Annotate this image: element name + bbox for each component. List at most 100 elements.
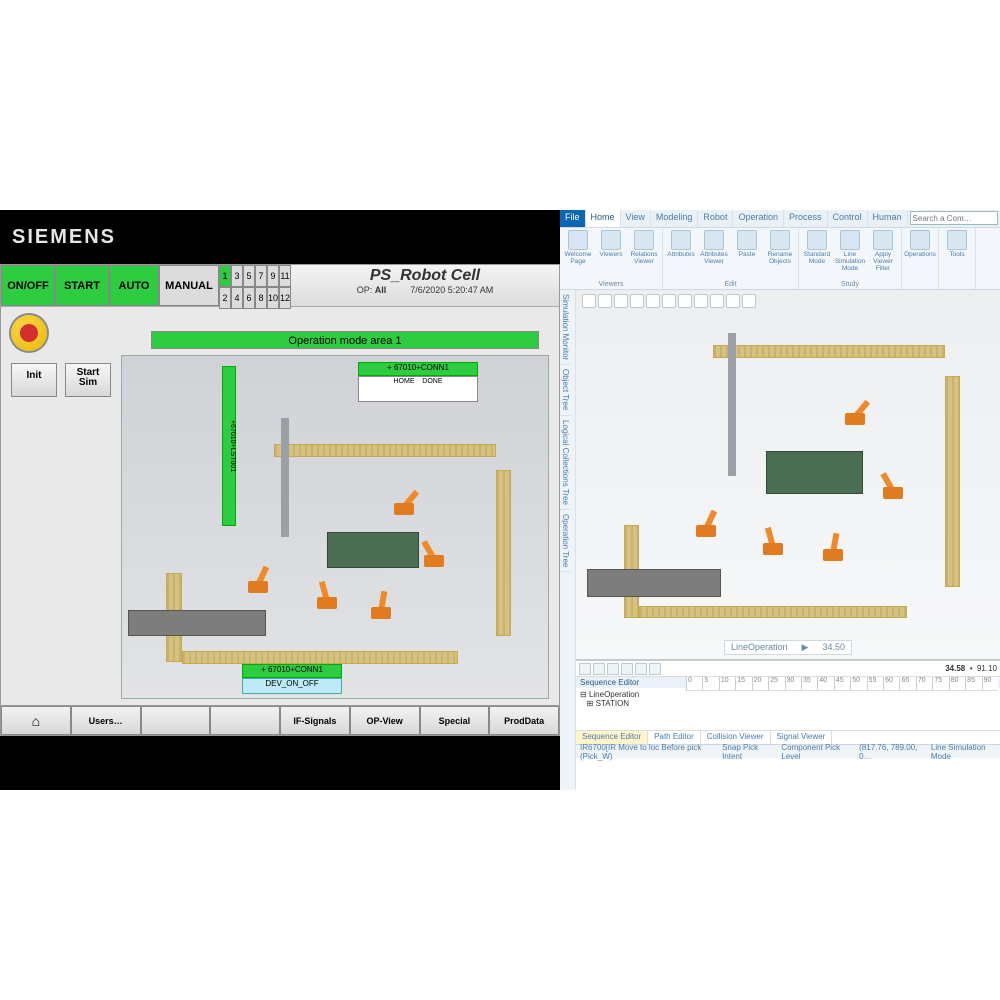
tab-file[interactable]: File (560, 210, 586, 227)
proddata-button[interactable]: ProdData (489, 706, 559, 735)
start-sim-button[interactable]: Start Sim (65, 363, 111, 397)
more-icon[interactable] (742, 294, 756, 308)
hmi-content: Operation mode area 1 Init Start Sim +67… (1, 307, 559, 705)
standard-mode-button[interactable]: Standard Mode (802, 230, 832, 277)
manual-button[interactable]: MANUAL (159, 265, 219, 306)
select-icon[interactable] (646, 294, 660, 308)
vtab-logical-tree[interactable]: Logical Collections Tree (560, 416, 571, 510)
viewport-scene (601, 327, 974, 637)
area-num-1[interactable]: 1 (219, 265, 231, 287)
seq-tool-3[interactable] (607, 663, 619, 675)
area-num-8[interactable]: 8 (255, 287, 267, 309)
tab-robot[interactable]: Robot (698, 210, 733, 227)
group-label-study: Study (799, 281, 901, 288)
3d-viewport[interactable]: LineOperation ▶ 34.50 (576, 290, 1000, 660)
hmi-panel: SIEMENS ON/OFF START AUTO MANUAL 1 3 5 7… (0, 210, 560, 790)
vtab-object-tree[interactable]: Object Tree (560, 365, 571, 415)
status-snap: Snap Pick Intent (722, 743, 771, 761)
tab-human[interactable]: Human (868, 210, 908, 227)
vtab-sim-monitor[interactable]: Simulation Monitor (560, 290, 571, 365)
seq-current-time: 34.58 (945, 664, 965, 673)
search-input[interactable] (910, 211, 998, 225)
seq-tree[interactable]: ⊟ LineOperation ⊞ STATION (576, 688, 1000, 710)
zoom-icon[interactable] (582, 294, 596, 308)
tools-icon (947, 230, 967, 250)
viewers-button[interactable]: Viewers (596, 230, 626, 277)
tools-button[interactable]: Tools (942, 230, 972, 277)
seq-tool-4[interactable] (621, 663, 633, 675)
overlay-home-done[interactable]: HOME DONE (358, 376, 478, 402)
tab-control[interactable]: Control (828, 210, 868, 227)
relations-icon (634, 230, 654, 250)
seq-tool-2[interactable] (593, 663, 605, 675)
measure-icon[interactable] (678, 294, 692, 308)
onoff-button[interactable]: ON/OFF (1, 265, 55, 306)
attributes-button[interactable]: Attributes (666, 230, 696, 277)
rename-objects-button[interactable]: Rename Objects (765, 230, 795, 277)
if-signals-button[interactable]: IF-Signals (280, 706, 350, 735)
sequence-editor: 34.58 • 91.10 05101520253035404550556065… (576, 660, 1000, 758)
area-num-11[interactable]: 11 (279, 265, 291, 287)
snap-icon[interactable] (710, 294, 724, 308)
vertical-sidebar: Simulation Monitor Object Tree Logical C… (560, 290, 576, 790)
op-view-button[interactable]: OP-View (350, 706, 420, 735)
area-num-3[interactable]: 3 (231, 265, 243, 287)
start-button[interactable]: START (55, 265, 109, 306)
area-num-4[interactable]: 4 (231, 287, 243, 309)
tab-modeling[interactable]: Modeling (651, 210, 699, 227)
overlay-dev-onoff[interactable]: DEV_ON_OFF (242, 678, 342, 694)
bottom-btn-4[interactable] (210, 706, 280, 735)
tab-view[interactable]: View (621, 210, 651, 227)
section-icon[interactable] (694, 294, 708, 308)
welcome-page-button[interactable]: Welcome Page (563, 230, 593, 277)
play-icon[interactable]: ▶ (802, 642, 809, 653)
pan-icon[interactable] (598, 294, 612, 308)
ribbon-group-viewers: Welcome Page Viewers Relations Viewer Vi… (560, 228, 663, 289)
seq-tool-1[interactable] (579, 663, 591, 675)
relations-viewer-button[interactable]: Relations Viewer (629, 230, 659, 277)
seq-tree-station[interactable]: STATION (596, 699, 629, 708)
bottom-btn-3[interactable] (141, 706, 211, 735)
layers-icon[interactable] (726, 294, 740, 308)
attributes-viewer-button[interactable]: Attributes Viewer (699, 230, 729, 277)
area-num-5[interactable]: 5 (243, 265, 255, 287)
tab-home[interactable]: Home (586, 210, 621, 227)
attributes-icon (671, 230, 691, 250)
seq-ruler[interactable]: 051015202530354045505560657075808590 (686, 677, 998, 691)
seq-tree-root[interactable]: LineOperation (589, 690, 639, 699)
init-button[interactable]: Init (11, 363, 57, 397)
operations-button[interactable]: Operations (905, 230, 935, 277)
status-bar: IR6700[IR Move to loc Before pick (Pick_… (576, 744, 1000, 758)
tab-process[interactable]: Process (784, 210, 828, 227)
area-num-7[interactable]: 7 (255, 265, 267, 287)
area-num-9[interactable]: 9 (267, 265, 279, 287)
special-button[interactable]: Special (420, 706, 490, 735)
estop-icon[interactable] (11, 315, 47, 351)
home-button[interactable]: ⌂ (1, 706, 71, 735)
attr-viewer-icon (704, 230, 724, 250)
vtab-operation-tree[interactable]: Operation Tree (560, 510, 571, 572)
hmi-screen: ON/OFF START AUTO MANUAL 1 3 5 7 9 11 2 … (0, 264, 560, 736)
rotate-icon[interactable] (614, 294, 628, 308)
area-num-10[interactable]: 10 (267, 287, 279, 309)
auto-button[interactable]: AUTO (109, 265, 159, 306)
tab-operation[interactable]: Operation (733, 210, 784, 227)
area-num-2[interactable]: 2 (219, 287, 231, 309)
overlay-conn-top[interactable]: + 67010+CONN1 (358, 362, 478, 376)
paste-button[interactable]: Paste (732, 230, 762, 277)
seq-stop-icon[interactable] (649, 663, 661, 675)
start-sim-line2: Sim (79, 377, 97, 388)
display-icon[interactable] (662, 294, 676, 308)
apply-filter-button[interactable]: Apply Viewer Filter (868, 230, 898, 277)
area-num-12[interactable]: 12 (279, 287, 291, 309)
hmi-3d-view[interactable]: +67010+LST001 + 67010+CONN1 HOME DONE + … (121, 355, 549, 699)
status-mode: Line Simulation Mode (931, 743, 996, 761)
fit-icon[interactable] (630, 294, 644, 308)
ribbon-tabs: File Home View Modeling Robot Operation … (560, 210, 1000, 228)
cell-title: PS_Robot Cell (301, 267, 549, 285)
line-sim-mode-button[interactable]: Line Simulation Mode (835, 230, 865, 277)
ribbon-group-tools: Tools (939, 228, 976, 289)
users-button[interactable]: Users… (71, 706, 141, 735)
seq-play-icon[interactable] (635, 663, 647, 675)
area-num-6[interactable]: 6 (243, 287, 255, 309)
